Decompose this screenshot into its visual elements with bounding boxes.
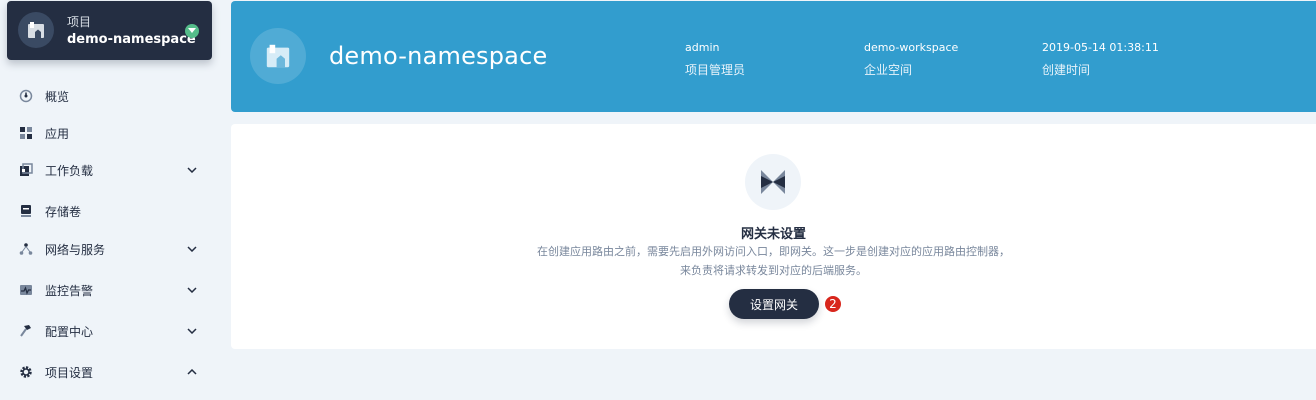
project-icon [28, 22, 44, 38]
sidebar-item-label: 工作负载 [45, 163, 94, 178]
meta-value: admin [685, 41, 720, 54]
chevron-down-icon[interactable] [186, 164, 198, 176]
empty-state-desc-line: 来负责将请求转发到对应的后端服务。 [680, 264, 867, 277]
sidebar-item-apps[interactable]: 应用 [0, 115, 220, 151]
empty-state-description: 在创建应用路由之前，需要先启用外网访问入口，即网关。这一步是创建对应的应用路由控… [231, 242, 1316, 280]
sidebar: 项目 demo-namespace 概览 应用 工作负载 存储卷 网络与服务 监… [0, 0, 220, 400]
project-banner: demo-namespace admin 项目管理员 demo-workspac… [231, 1, 1316, 112]
chevron-down-icon[interactable] [186, 325, 198, 337]
gateway-icon-wrap [745, 154, 801, 210]
appcenter-icon [19, 126, 33, 140]
meta-created: 2019-05-14 01:38:11 创建时间 [1042, 41, 1159, 78]
gateway-empty-state: 网关未设置 在创建应用路由之前，需要先启用外网访问入口，即网关。这一步是创建对应… [231, 124, 1316, 349]
project-avatar [18, 12, 54, 48]
gateway-icon [761, 170, 785, 194]
sidebar-item-label: 应用 [45, 126, 70, 141]
chevron-down-icon[interactable] [186, 284, 198, 296]
project-selector-name: demo-namespace [67, 32, 196, 47]
sidebar-item-workloads[interactable]: 工作负载 [0, 152, 220, 188]
meta-workspace: demo-workspace 企业空间 [864, 41, 958, 78]
sidebar-item-label: 项目设置 [45, 365, 94, 380]
project-selector[interactable]: 项目 demo-namespace [7, 1, 212, 60]
meta-label: 企业空间 [864, 63, 913, 77]
sidebar-item-monitoring[interactable]: 监控告警 [0, 272, 220, 308]
setup-gateway-button[interactable]: 设置网关 [729, 289, 819, 319]
banner-avatar [250, 28, 306, 84]
gear-icon [19, 365, 33, 379]
page-title: demo-namespace [329, 42, 548, 70]
sidebar-item-overview[interactable]: 概览 [0, 78, 220, 114]
sidebar-item-network[interactable]: 网络与服务 [0, 231, 220, 267]
workload-icon [19, 163, 33, 177]
monitor-icon [19, 283, 33, 297]
sidebar-item-project-settings[interactable]: 项目设置 [0, 354, 220, 390]
chevron-down-icon[interactable] [186, 243, 198, 255]
network-icon [19, 242, 33, 256]
empty-state-title: 网关未设置 [740, 227, 806, 242]
meta-label: 项目管理员 [685, 63, 746, 77]
meta-value: demo-workspace [864, 41, 959, 54]
sidebar-item-label: 配置中心 [45, 324, 94, 339]
storage-icon [19, 204, 33, 218]
meta-admin: admin 项目管理员 [685, 41, 745, 78]
project-icon [266, 44, 290, 68]
step-badge: 2 [824, 295, 842, 313]
sidebar-item-label: 网络与服务 [45, 242, 106, 257]
sidebar-item-storage[interactable]: 存储卷 [0, 193, 220, 229]
hammer-icon [19, 324, 33, 338]
project-selector-label: 项目 [67, 15, 92, 29]
meta-value: 2019-05-14 01:38:11 [1042, 41, 1159, 54]
sidebar-item-label: 存储卷 [45, 204, 82, 219]
dashboard-icon [19, 89, 33, 103]
empty-state-desc-line: 在创建应用路由之前，需要先启用外网访问入口，即网关。这一步是创建对应的应用路由控… [537, 245, 1010, 258]
meta-label: 创建时间 [1042, 63, 1091, 77]
sidebar-item-label: 概览 [45, 89, 70, 104]
caret-down-icon[interactable] [185, 24, 199, 38]
sidebar-item-config[interactable]: 配置中心 [0, 313, 220, 349]
chevron-up-icon[interactable] [186, 366, 198, 378]
sidebar-item-label: 监控告警 [45, 283, 94, 298]
